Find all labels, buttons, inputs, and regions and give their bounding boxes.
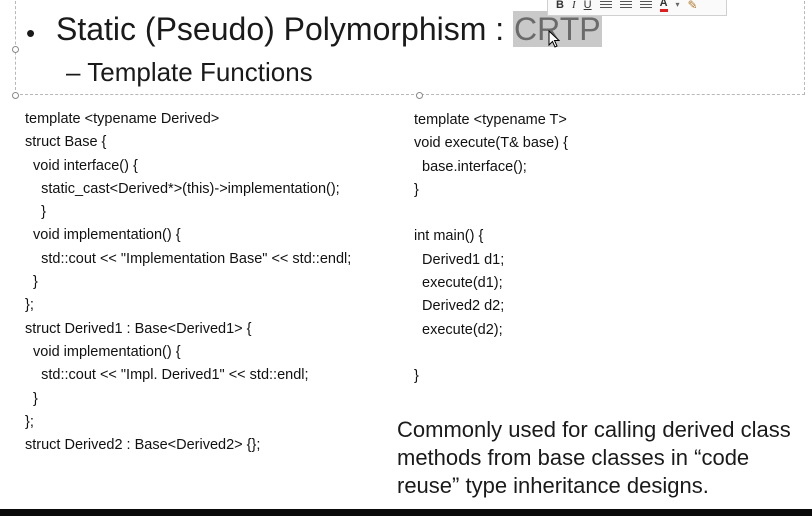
italic-button[interactable]: I xyxy=(572,0,576,11)
code-line: template <typename Derived> xyxy=(25,111,220,127)
code-line: }; xyxy=(25,413,34,430)
resize-handle-left-middle[interactable] xyxy=(12,46,19,53)
code-line: } xyxy=(414,368,419,385)
align-left-icon[interactable] xyxy=(599,0,612,10)
code-line: base.interface(); xyxy=(414,158,527,175)
code-line: void execute(T& base) { xyxy=(414,135,568,152)
code-block-left[interactable]: template <typename Derived> struct Base {… xyxy=(25,108,351,457)
paint-brush-icon[interactable]: ✎ xyxy=(688,0,698,11)
slide-canvas[interactable]: • Static (Pseudo) Polymorphism : CRTP – … xyxy=(0,0,812,509)
code-line: std::cout << "Implementation Base" << st… xyxy=(25,250,352,267)
font-color-dropdown-icon[interactable]: ▾ xyxy=(676,1,680,9)
bold-button[interactable]: B xyxy=(556,0,564,11)
code-line: } xyxy=(414,181,419,198)
subtitle-text: Template Functions xyxy=(87,57,313,87)
mini-format-toolbar: B I U A ▾ ✎ xyxy=(547,0,727,16)
resize-handle-left-bottom[interactable] xyxy=(12,92,19,99)
code-line: }; xyxy=(25,297,34,314)
slide-title[interactable]: Static (Pseudo) Polymorphism : CRTP xyxy=(56,11,602,48)
note-text[interactable]: Commonly used for calling derived class … xyxy=(397,416,807,500)
code-line: template <typename T> xyxy=(414,112,567,128)
code-line: void implementation() { xyxy=(25,227,181,244)
code-line: int main() { xyxy=(414,228,484,245)
align-right-icon[interactable] xyxy=(639,0,652,10)
code-line: } xyxy=(25,204,46,221)
title-text: Static (Pseudo) Polymorphism : xyxy=(56,11,514,47)
resize-handle-bottom-middle[interactable] xyxy=(416,92,423,99)
title-bullet: • xyxy=(26,18,36,48)
align-center-icon[interactable] xyxy=(619,0,632,10)
mouse-cursor-icon xyxy=(548,30,560,48)
code-line: struct Derived1 : Base<Derived1> { xyxy=(25,320,252,337)
code-line: } xyxy=(25,274,38,291)
code-line: std::cout << "Impl. Derived1" << std::en… xyxy=(25,367,309,384)
code-line: execute(d1); xyxy=(414,275,503,292)
font-color-button[interactable]: A xyxy=(659,0,668,12)
underline-button[interactable]: U xyxy=(584,0,592,11)
code-line: struct Derived2 : Base<Derived2> {}; xyxy=(25,437,261,454)
code-line: void implementation() { xyxy=(25,343,181,360)
code-line: struct Base { xyxy=(25,134,107,151)
code-line: static_cast<Derived*>(this)->implementat… xyxy=(25,180,340,197)
code-line: void interface() { xyxy=(25,157,138,174)
bottom-bar xyxy=(0,509,812,516)
code-line: execute(d2); xyxy=(414,321,503,338)
subtitle-dash: – xyxy=(66,57,81,87)
code-line: Derived2 d2; xyxy=(414,298,505,315)
code-line: Derived1 d1; xyxy=(414,251,505,268)
code-line: } xyxy=(25,390,38,407)
code-block-right[interactable]: template <typename T> void execute(T& bas… xyxy=(414,109,568,389)
slide-subtitle[interactable]: – Template Functions xyxy=(66,57,313,88)
